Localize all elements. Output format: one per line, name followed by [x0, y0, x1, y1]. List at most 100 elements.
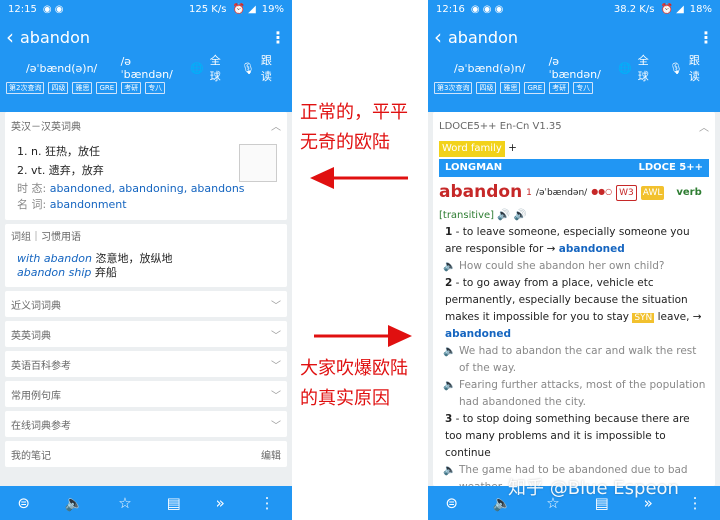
longman-bar: LONGMAN LDOCE 5++	[439, 159, 709, 178]
tag: 第2次查询	[6, 82, 45, 94]
synonym-text: leave, →	[657, 310, 702, 323]
annotation-top: 正常的，平平 无奇的欧陆	[300, 98, 424, 158]
book-icon[interactable]: ▤	[167, 494, 181, 512]
back-icon[interactable]: ‹	[6, 27, 14, 47]
example-speaker-icon[interactable]: 🔈	[443, 258, 456, 275]
phrase-en[interactable]: abandon ship	[17, 266, 91, 279]
arrow-right-icon	[314, 325, 412, 347]
example-speaker-icon[interactable]: 🔈	[443, 343, 456, 360]
chevron-down-icon[interactable]: ﹀	[271, 387, 281, 402]
tense-value[interactable]: abandoned, abandoning, abandons	[50, 182, 245, 195]
annotation-line: 正常的，平平	[300, 102, 408, 123]
section-row[interactable]: 在线词典参考 ﹀	[5, 411, 287, 438]
example-sentence: How could she abandon her own child?	[459, 259, 665, 272]
tag: 四级	[48, 82, 69, 94]
search-word[interactable]: abandon	[20, 28, 270, 47]
search-icon[interactable]: ⊜	[17, 494, 30, 512]
status-time: 12:16	[436, 3, 465, 15]
notes-title: 我的笔记	[11, 450, 51, 462]
follow-read-button[interactable]: 跟读	[261, 52, 282, 84]
word-image[interactable]	[239, 144, 277, 182]
phonetic-us[interactable]: /əˈbændən/	[549, 55, 610, 81]
battery-level: 19%	[261, 3, 284, 15]
back-icon[interactable]: ‹	[434, 27, 442, 47]
chevron-down-icon[interactable]: ﹀	[271, 417, 281, 432]
cross-ref-link[interactable]: abandoned	[445, 328, 511, 340]
edit-button[interactable]: 编辑	[261, 447, 281, 462]
chevron-down-icon[interactable]: ﹀	[271, 327, 281, 342]
definition: 2. vt. 遗弃，放弃	[17, 164, 104, 178]
expand-plus-icon[interactable]: +	[508, 142, 517, 154]
sense-definition: to stop doing something because there ar…	[445, 412, 690, 459]
signal-icon: ⏰ ◢	[660, 3, 684, 15]
status-bar: 12:15 ◉ ◉ 125 K/s ⏰ ◢ 19%	[0, 0, 292, 18]
search-icon[interactable]: ⊜	[445, 494, 458, 512]
annotation-line: 大家吹爆欧陆	[300, 358, 408, 379]
tag-list: 第3次查询 四级 雅思 GRE 考研 专八	[428, 80, 720, 96]
global-button[interactable]: 全球	[210, 52, 231, 84]
frequency-dots: ●●○	[591, 187, 613, 197]
tag: 考研	[549, 82, 570, 94]
pos-label: verb	[676, 186, 702, 198]
section-row[interactable]: 英英词典 ﹀	[5, 321, 287, 348]
mic-icon[interactable]: 🎙	[669, 62, 683, 75]
noun-value[interactable]: abandonment	[50, 198, 127, 211]
chevron-up-icon[interactable]: ︿	[271, 118, 281, 133]
pronunciation: /əˈbændən/	[535, 187, 588, 198]
global-button[interactable]: 全球	[638, 52, 659, 84]
section-row[interactable]: 常用例句库 ﹀	[5, 381, 287, 408]
section-row[interactable]: 近义词词典 ﹀	[5, 291, 287, 318]
section-title: 词组｜习惯用语	[11, 232, 81, 243]
phonetic-uk[interactable]: /əˈbænd(ə)n/	[26, 62, 109, 75]
phrase-zh: 恣意地，放纵地	[95, 251, 173, 265]
section-title: 在线词典参考	[11, 420, 71, 432]
more-icon[interactable]: ⋮	[260, 494, 275, 512]
speaker-icon[interactable]: 🔈	[65, 494, 84, 512]
word-family-button[interactable]: Word family	[439, 141, 505, 158]
mic-icon[interactable]: 🎙	[241, 62, 255, 75]
speaker-uk-icon[interactable]: 🔊	[497, 209, 510, 221]
section-row[interactable]: 英语百科参考 ﹀	[5, 351, 287, 378]
cross-ref-link[interactable]: abandoned	[559, 243, 625, 255]
section-title: 常用例句库	[11, 390, 61, 402]
chevron-up-icon[interactable]: ︿	[699, 119, 709, 134]
phonetic-uk[interactable]: /əˈbænd(ə)n/	[454, 62, 537, 75]
section-header[interactable]: 词组｜习惯用语	[5, 224, 287, 248]
notification-icon: ◉ ◉	[42, 3, 64, 15]
star-icon[interactable]: ☆	[118, 494, 131, 512]
chevron-down-icon[interactable]: ﹀	[271, 297, 281, 312]
phrases-card: 词组｜习惯用语 with abandon 恣意地，放纵地 abandon shi…	[5, 223, 287, 288]
example-sentence: We had to abandon the car and walk the r…	[459, 344, 697, 374]
phonetic-us[interactable]: /əˈbændən/	[121, 55, 182, 81]
definition: 1. n. 狂热，放任	[17, 145, 100, 158]
forward-icon[interactable]: »	[216, 494, 225, 512]
section-header[interactable]: 英汉－汉英词典 ︿	[5, 112, 287, 138]
awl-badge: AWL	[640, 185, 665, 201]
follow-read-button[interactable]: 跟读	[689, 52, 710, 84]
status-time: 12:15	[8, 3, 37, 15]
example-speaker-icon[interactable]: 🔈	[443, 377, 456, 394]
annotation-line: 无奇的欧陆	[300, 132, 390, 153]
signal-icon: ⏰ ◢	[232, 3, 256, 15]
hanying-card: 英汉－汉英词典 ︿ 1. n. 狂热，放任 2. vt. 遗弃，放弃 时 态: a…	[5, 112, 287, 220]
header: 12:16 ◉ ◉ ◉ 38.2 K/s ⏰ ◢ 18% ‹ abandon ⋮…	[428, 0, 720, 112]
notification-icon: ◉ ◉ ◉	[470, 3, 504, 15]
status-bar: 12:16 ◉ ◉ ◉ 38.2 K/s ⏰ ◢ 18%	[428, 0, 720, 18]
phrase-en[interactable]: with abandon	[17, 252, 92, 265]
globe-icon[interactable]: 🌐	[190, 62, 204, 75]
more-icon[interactable]: ⋮	[270, 28, 286, 47]
more-icon[interactable]: ⋮	[688, 494, 703, 512]
speaker-us-icon[interactable]: 🔊	[514, 209, 527, 221]
tense-label: 时 态:	[17, 181, 47, 195]
left-phone: 12:15 ◉ ◉ 125 K/s ⏰ ◢ 19% ‹ abandon ⋮ /ə…	[0, 0, 292, 520]
example-speaker-icon[interactable]: 🔈	[443, 462, 456, 479]
arrow-left-icon	[310, 167, 408, 189]
tag-list: 第2次查询 四级 雅思 GRE 考研 专八	[0, 80, 292, 96]
more-icon[interactable]: ⋮	[698, 28, 714, 47]
sense-number: 2	[445, 276, 453, 289]
section-header[interactable]: LDOCE5++ En-Cn V1.35 ︿	[433, 112, 715, 140]
chevron-down-icon[interactable]: ﹀	[271, 357, 281, 372]
tag: 雅思	[500, 82, 521, 94]
search-word[interactable]: abandon	[448, 28, 698, 47]
globe-icon[interactable]: 🌐	[618, 62, 632, 75]
